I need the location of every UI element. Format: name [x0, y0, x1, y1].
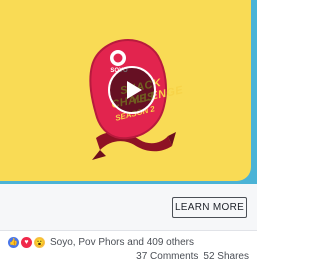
- reactions-row[interactable]: 👍 ♥ 😮 Soyo, Pov Phors and 409 others: [8, 236, 194, 248]
- reactions-summary[interactable]: Soyo, Pov Phors and 409 others: [50, 237, 194, 248]
- video-preview[interactable]: SOYO SNACK YES CHALLENGE SEASON 2: [0, 0, 257, 184]
- engagement-stats: 37 Comments 52 Shares: [136, 251, 249, 262]
- shares-count[interactable]: 52 Shares: [203, 251, 249, 262]
- brand-circle-inner: [113, 53, 123, 63]
- love-icon: ♥: [21, 236, 32, 248]
- comments-count[interactable]: 37 Comments: [136, 251, 198, 262]
- play-button[interactable]: [108, 66, 156, 114]
- wow-icon: 😮: [34, 236, 45, 248]
- like-icon: 👍: [8, 236, 19, 248]
- play-icon: [127, 81, 142, 99]
- call-to-action-bar: LEARN MORE: [0, 184, 257, 231]
- learn-more-button[interactable]: LEARN MORE: [172, 197, 247, 218]
